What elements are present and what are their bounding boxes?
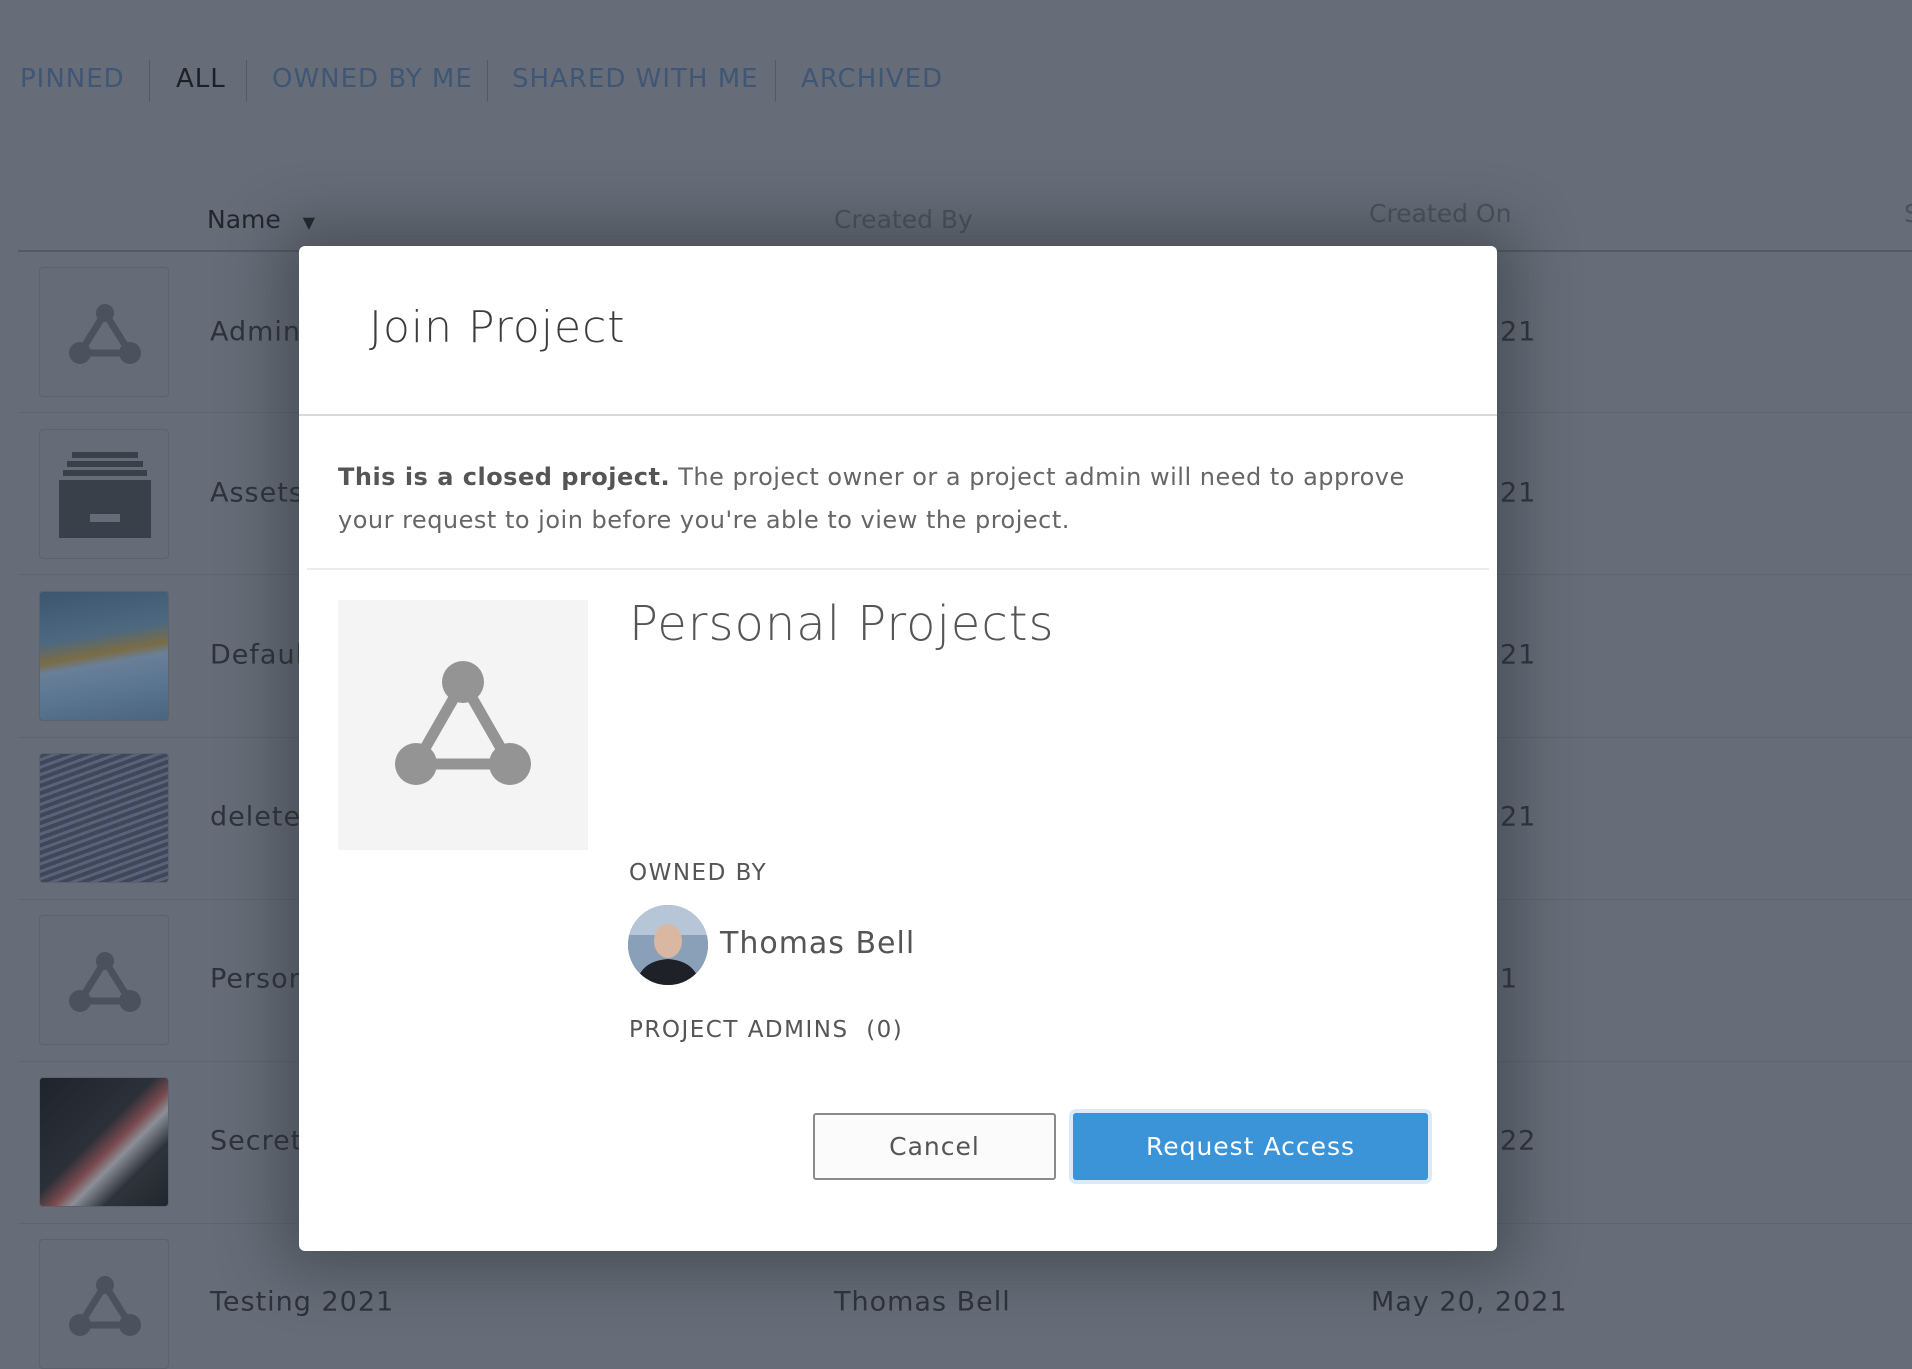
join-project-dialog: Join Project This is a closed project. T… <box>299 246 1497 1251</box>
dialog-header-divider <box>299 414 1497 416</box>
column-header-partial[interactable]: S <box>1904 199 1912 228</box>
row-name: Secret <box>210 1125 303 1157</box>
row-name: Admin <box>210 316 302 348</box>
cancel-button[interactable]: Cancel <box>813 1113 1056 1180</box>
project-icon <box>338 600 588 850</box>
admins-label-text: PROJECT ADMINS <box>629 1017 849 1043</box>
tab-divider <box>149 60 150 102</box>
row-created-on: May 20, 2021 <box>1371 1286 1568 1318</box>
row-name: Testing 2021 <box>210 1286 395 1318</box>
row-name: Person <box>210 963 307 995</box>
project-icon <box>39 267 169 397</box>
project-icon <box>39 915 169 1045</box>
owner-avatar <box>628 905 708 985</box>
row-created-on: 21 <box>1500 316 1537 348</box>
project-name: Personal Projects <box>629 596 1055 652</box>
tab-all[interactable]: ALL <box>176 64 226 94</box>
tab-shared-with-me[interactable]: SHARED WITH ME <box>512 64 759 94</box>
row-name: Assets <box>210 477 304 509</box>
tab-archived[interactable]: ARCHIVED <box>801 64 943 94</box>
row-created-on: 21 <box>1500 639 1537 671</box>
row-created-on: 1 <box>1500 963 1519 995</box>
message-bold: This is a closed project. <box>338 463 671 491</box>
row-created-on: 22 <box>1500 1125 1537 1157</box>
row-created-on: 21 <box>1500 801 1537 833</box>
project-admins-label: PROJECT ADMINS (0) <box>629 1017 903 1043</box>
request-access-button[interactable]: Request Access <box>1073 1113 1428 1180</box>
dialog-title: Join Project <box>369 302 626 353</box>
dialog-divider <box>307 568 1489 570</box>
admins-count: (0) <box>866 1017 904 1043</box>
column-name-label: Name <box>207 205 281 234</box>
project-icon <box>39 1239 169 1369</box>
row-name: delete <box>210 801 302 833</box>
tab-pinned[interactable]: PINNED <box>20 64 125 94</box>
tab-owned-by-me[interactable]: OWNED BY ME <box>272 64 473 94</box>
column-header-name[interactable]: Name ▼ <box>207 205 315 234</box>
tab-divider <box>487 60 488 102</box>
image-dunes-thumbnail <box>39 591 169 721</box>
tab-divider <box>775 60 776 102</box>
owner-name: Thomas Bell <box>720 926 916 961</box>
row-created-on: 21 <box>1500 477 1537 509</box>
column-header-created-by[interactable]: Created By <box>834 205 973 234</box>
image-solar-panels-thumbnail <box>39 753 169 883</box>
closed-project-message: This is a closed project. The project ow… <box>338 456 1458 542</box>
archive-icon <box>39 429 169 559</box>
column-header-created-on[interactable]: Created On <box>1369 199 1511 228</box>
image-abstract-thumbnail <box>39 1077 169 1207</box>
owned-by-label: OWNED BY <box>629 860 768 886</box>
row-created-by: Thomas Bell <box>834 1286 1011 1318</box>
caret-down-icon: ▼ <box>302 213 316 232</box>
tab-divider <box>246 60 247 102</box>
row-name: Defaul <box>210 639 305 671</box>
